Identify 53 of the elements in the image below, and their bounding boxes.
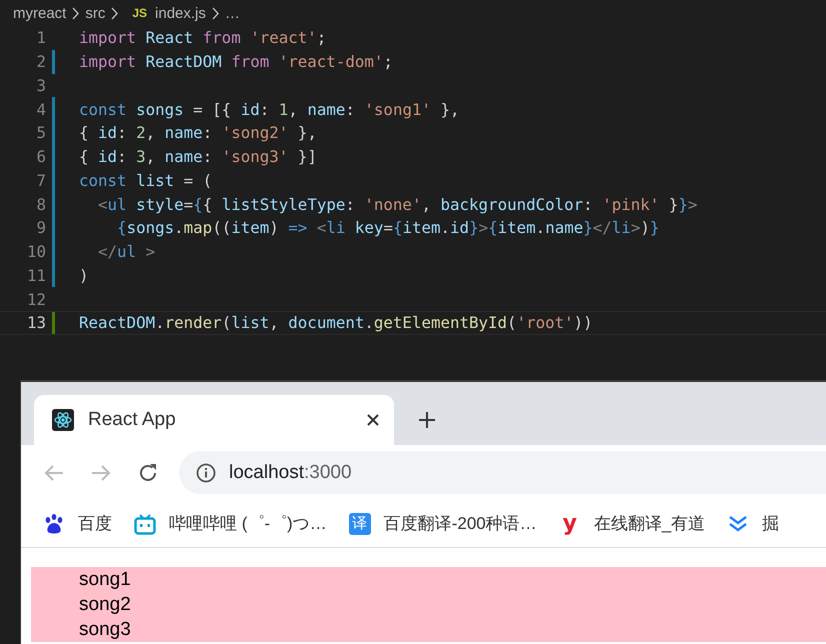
tv-icon bbox=[134, 512, 156, 534]
bookmark-link[interactable]: 掘 bbox=[762, 512, 780, 535]
code-line: ) bbox=[79, 266, 89, 285]
line-number: 5 bbox=[35, 123, 46, 142]
reload-icon[interactable] bbox=[137, 462, 159, 484]
line-number: 13 bbox=[26, 313, 46, 332]
code-line: const songs = [{ id: 1, name: 'song1' }, bbox=[79, 100, 460, 119]
list-item: song3 bbox=[79, 618, 132, 642]
code-line: ReactDOM.render(list, document.getElementById('root')) bbox=[79, 313, 593, 332]
code-line: import React from 'react'; bbox=[79, 28, 326, 48]
line-number: 7 bbox=[35, 170, 46, 190]
chevron-icon bbox=[71, 6, 80, 20]
atom-icon bbox=[52, 409, 74, 431]
info-icon[interactable] bbox=[196, 462, 216, 482]
url-text: localhost:3000 bbox=[229, 462, 352, 484]
letter-icon: y bbox=[558, 512, 581, 534]
code-line: {songs.map((item) => <li key={item.id}>{item.name}</li>)} bbox=[116, 218, 660, 238]
bookmark-link[interactable]: 在线翻译_有道 bbox=[594, 512, 706, 535]
code-line: </ul > bbox=[97, 242, 156, 262]
line-number: 6 bbox=[35, 147, 46, 166]
breadcrumb-item[interactable]: index.js bbox=[155, 4, 206, 22]
bookmark-link[interactable]: 百度翻译-200种语… bbox=[384, 512, 537, 535]
paw-icon bbox=[43, 512, 65, 534]
code-line: <ul style={{ listStyleType: 'none', backgroundColor: 'pink' }}> bbox=[97, 194, 698, 214]
line-number: 10 bbox=[26, 242, 46, 262]
line-number: 8 bbox=[35, 194, 46, 214]
code-line: { id: 3, name: 'song3' }] bbox=[79, 147, 317, 166]
tab-title: React App bbox=[88, 409, 177, 431]
browser-tab[interactable]: React App bbox=[34, 395, 394, 445]
chevron-icon bbox=[110, 6, 120, 20]
list-item: song2 bbox=[79, 593, 132, 617]
line-number: 9 bbox=[35, 218, 46, 238]
list-item: song1 bbox=[79, 568, 132, 592]
translate-icon: 译 bbox=[348, 512, 371, 534]
js-file-icon: JS bbox=[132, 6, 148, 20]
code-line: import ReactDOM from 'react-dom'; bbox=[79, 52, 393, 72]
breadcrumb-item[interactable]: myreact bbox=[13, 4, 66, 22]
line-number: 12 bbox=[26, 290, 46, 309]
line-number: 2 bbox=[35, 52, 46, 72]
bookmark-link[interactable]: 哔哩哔哩 (゜-゜)つ… bbox=[169, 512, 327, 535]
code-line: { id: 2, name: 'song2' }, bbox=[79, 123, 317, 142]
code-line: const list = ( bbox=[79, 170, 212, 190]
breadcrumb-item[interactable]: … bbox=[224, 4, 240, 22]
plus-icon[interactable] bbox=[417, 410, 437, 430]
line-number: 11 bbox=[26, 266, 46, 285]
bookmark-link[interactable]: 百度 bbox=[78, 512, 112, 535]
close-icon[interactable] bbox=[366, 413, 380, 427]
breadcrumb-item[interactable]: src bbox=[85, 4, 106, 22]
line-number: 4 bbox=[35, 100, 46, 119]
address-bar[interactable]: localhost:3000 bbox=[179, 451, 826, 494]
chevron-icon bbox=[210, 6, 220, 20]
line-number: 3 bbox=[35, 76, 46, 95]
line-number: 1 bbox=[35, 28, 46, 48]
